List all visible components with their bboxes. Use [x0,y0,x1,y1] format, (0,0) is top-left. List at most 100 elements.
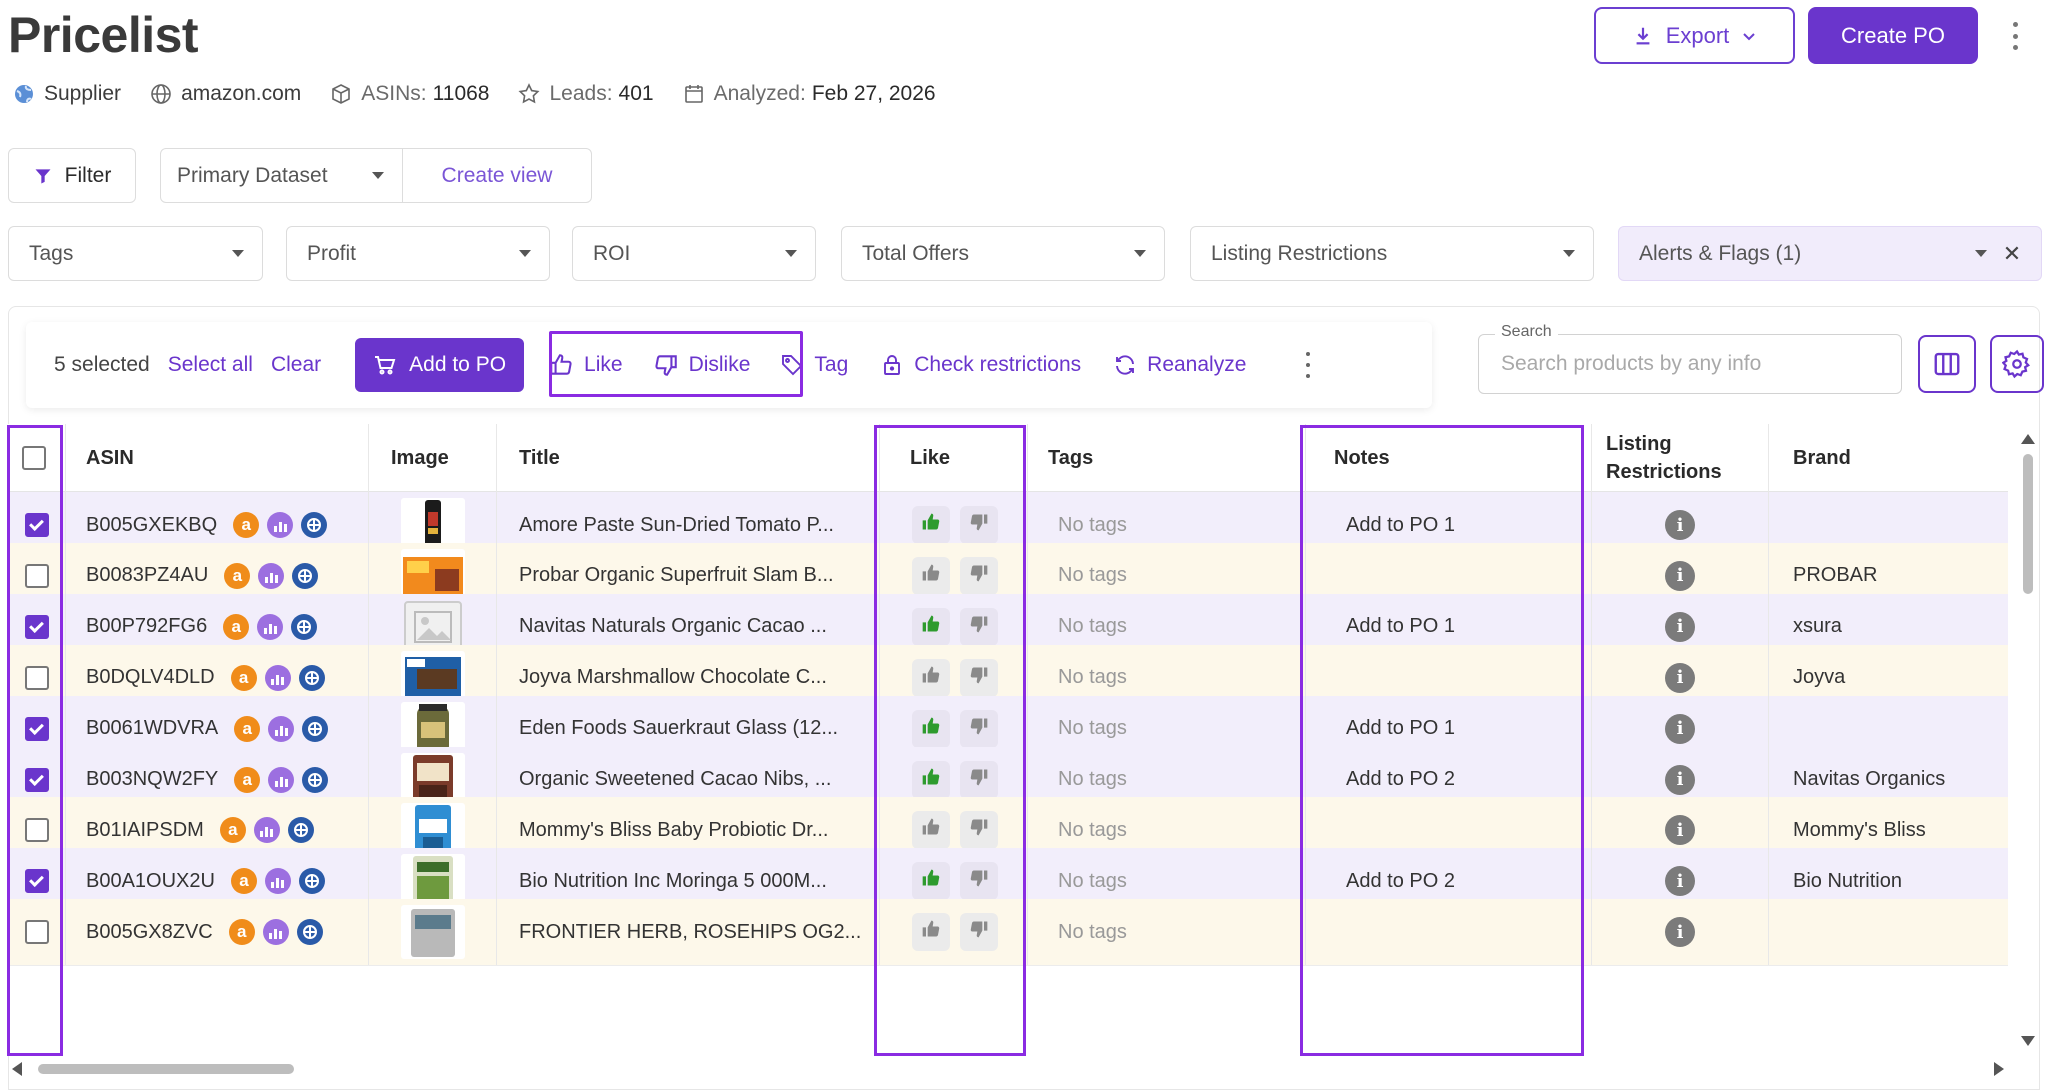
product-title[interactable]: Mommy's Bliss Baby Probiotic Dr... [519,819,828,842]
selleramp-icon[interactable] [302,715,329,742]
info-icon[interactable]: i [1665,560,1695,591]
asin-value[interactable]: B01IAIPSDM [86,819,204,842]
info-icon[interactable]: i [1665,611,1695,642]
select-all-checkbox[interactable] [22,446,46,470]
columns-icon[interactable] [1918,335,1976,393]
selleramp-icon[interactable] [292,562,319,589]
table-row[interactable]: B005GX8ZVC a FRONTIER HERB, ROSEHIPS OG2..… [8,899,2008,967]
filter-chip-listing-restrictions[interactable]: Listing Restrictions [1190,226,1594,281]
amazon-icon[interactable]: a [223,613,250,640]
row-dislike-button[interactable] [960,506,998,544]
row-dislike-button[interactable] [960,556,998,595]
amazon-icon[interactable]: a [234,715,261,742]
scroll-down-icon[interactable] [2021,1036,2035,1046]
add-to-po-button[interactable]: Add to PO [355,338,525,392]
info-icon[interactable]: i [1665,764,1695,795]
header-title[interactable]: Title [497,424,880,492]
product-title[interactable]: Bio Nutrition Inc Moringa 5 000M... [519,870,827,893]
select-all-link[interactable]: Select all [168,353,253,377]
asin-value[interactable]: B003NQW2FY [86,768,218,791]
filter-chip-alerts-flags[interactable]: Alerts & Flags (1) [1618,226,2042,281]
row-checkbox[interactable] [24,614,49,639]
amazon-icon[interactable]: a [230,664,257,691]
header-listing-restrictions[interactable]: Listing Restrictions [1592,424,1769,492]
row-dislike-button[interactable] [960,811,998,850]
search-input[interactable] [1479,335,1901,393]
filter-chip-roi[interactable]: ROI [572,226,816,281]
keepa-chart-icon[interactable] [257,613,284,640]
row-like-button[interactable] [912,506,950,544]
reanalyze-button[interactable]: Reanalyze [1113,353,1246,377]
row-like-button[interactable] [912,556,950,595]
selleramp-icon[interactable] [301,512,328,538]
info-icon[interactable]: i [1665,815,1695,846]
header-tags[interactable]: Tags [1028,424,1306,492]
amazon-icon[interactable]: a [233,512,260,538]
product-title[interactable]: Probar Organic Superfruit Slam B... [519,564,834,587]
row-checkbox[interactable] [24,513,49,537]
keepa-chart-icon[interactable] [268,715,295,742]
product-title[interactable]: Organic Sweetened Cacao Nibs, ... [519,768,831,791]
selleramp-icon[interactable] [296,919,323,946]
info-icon[interactable]: i [1665,866,1695,897]
scroll-up-icon[interactable] [2021,434,2035,444]
product-title[interactable]: FRONTIER HERB, ROSEHIPS OG2... [519,921,861,944]
row-checkbox[interactable] [24,818,49,843]
settings-gear-icon[interactable] [1990,335,2044,393]
row-dislike-button[interactable] [960,607,998,646]
row-like-button[interactable] [912,658,950,697]
keepa-chart-icon[interactable] [267,512,294,538]
vertical-scrollbar[interactable] [2016,430,2038,1050]
row-checkbox[interactable] [24,563,49,588]
toolbar-more-icon[interactable] [1302,352,1314,378]
product-title[interactable]: Joyva Marshmallow Chocolate C... [519,666,827,689]
create-po-button[interactable]: Create PO [1808,7,1978,64]
row-like-button[interactable] [912,862,950,901]
dislike-button[interactable]: Dislike [653,352,750,378]
header-like[interactable]: Like [880,424,1028,492]
notes-cell[interactable] [1306,899,1592,966]
amazon-icon[interactable]: a [219,817,246,844]
info-icon[interactable]: i [1665,510,1695,540]
asin-value[interactable]: B00A1OUX2U [86,870,215,893]
check-restrictions-button[interactable]: Check restrictions [880,353,1081,377]
row-like-button[interactable] [912,760,950,799]
selleramp-icon[interactable] [302,766,329,793]
row-dislike-button[interactable] [960,760,998,799]
keepa-chart-icon[interactable] [262,919,289,946]
asin-value[interactable]: B0061WDVRA [86,717,218,740]
keepa-chart-icon[interactable] [253,817,280,844]
product-title[interactable]: Amore Paste Sun-Dried Tomato P... [519,514,834,537]
info-icon[interactable]: i [1665,713,1695,744]
selleramp-icon[interactable] [291,613,318,640]
product-title[interactable]: Eden Foods Sauerkraut Glass (12... [519,717,838,740]
selleramp-icon[interactable] [298,868,325,895]
more-options-icon[interactable] [2006,18,2024,54]
row-like-button[interactable] [912,607,950,646]
horizontal-scrollbar[interactable] [8,1058,2008,1080]
tag-button[interactable]: Tag [780,353,848,377]
header-image[interactable]: Image [369,424,497,492]
amazon-icon[interactable]: a [228,919,255,946]
selleramp-icon[interactable] [287,817,314,844]
header-notes[interactable]: Notes [1306,424,1592,492]
create-view-link[interactable]: Create view [403,164,591,188]
tags-cell[interactable]: No tags [1028,899,1306,966]
product-title[interactable]: Navitas Naturals Organic Cacao ... [519,615,827,638]
dataset-select[interactable]: Primary Dataset [161,149,403,202]
asin-value[interactable]: B00P792FG6 [86,615,207,638]
filter-chip-profit[interactable]: Profit [286,226,550,281]
horizontal-scroll-thumb[interactable] [38,1064,294,1074]
export-button[interactable]: Export [1594,7,1795,64]
product-image[interactable] [400,905,465,960]
row-checkbox[interactable] [24,665,49,690]
row-dislike-button[interactable] [960,913,998,952]
info-icon[interactable]: i [1665,662,1695,693]
row-like-button[interactable] [912,913,950,952]
keepa-chart-icon[interactable] [264,664,291,691]
row-dislike-button[interactable] [960,862,998,901]
amazon-icon[interactable]: a [234,766,261,793]
keepa-chart-icon[interactable] [264,868,291,895]
info-icon[interactable]: i [1665,917,1695,948]
row-checkbox[interactable] [24,869,49,894]
